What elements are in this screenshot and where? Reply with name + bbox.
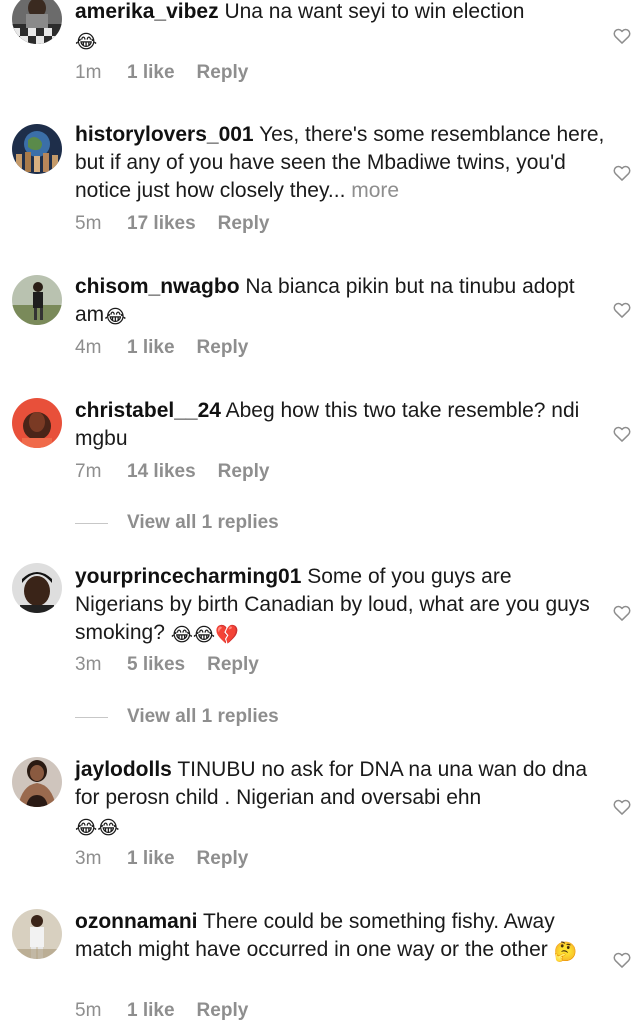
comment-text-block: ozonnamani There could be something fish… bbox=[75, 908, 605, 964]
heart-outline-icon[interactable] bbox=[612, 26, 632, 46]
reply-button[interactable]: Reply bbox=[207, 654, 259, 676]
comment-time: 7m bbox=[75, 461, 102, 482]
heart-outline-icon[interactable] bbox=[612, 424, 632, 444]
reply-button[interactable]: Reply bbox=[197, 337, 249, 359]
comment-username[interactable]: jaylodolls bbox=[75, 758, 172, 781]
heart-outline-icon[interactable] bbox=[612, 950, 632, 970]
comment-username[interactable]: yourprincecharming01 bbox=[75, 565, 301, 588]
comment-time: 3m bbox=[75, 654, 102, 675]
laughing-emoji: 😂😂 bbox=[75, 818, 120, 839]
laughing-broken-heart-emoji: 😂😂💔 bbox=[170, 625, 239, 646]
comment-body: Una na want seyi to win election bbox=[224, 0, 525, 23]
avatar[interactable] bbox=[12, 124, 62, 174]
comment-time: 5m bbox=[75, 1000, 102, 1021]
heart-outline-icon[interactable] bbox=[612, 163, 632, 183]
avatar[interactable] bbox=[12, 0, 62, 44]
comment-meta: 1m 1 like Reply bbox=[75, 62, 248, 84]
comment-text-block: historylovers_001 Yes, there's some rese… bbox=[75, 121, 605, 205]
view-replies-label[interactable]: View all 1 replies bbox=[127, 512, 279, 534]
avatar-image bbox=[12, 124, 62, 174]
comment-likes[interactable]: 5 likes bbox=[127, 654, 185, 676]
heart-outline-icon[interactable] bbox=[612, 797, 632, 817]
comment-likes[interactable]: 14 likes bbox=[127, 461, 196, 483]
laughing-emoji: 😂 bbox=[75, 32, 98, 53]
reply-button[interactable]: Reply bbox=[218, 461, 270, 483]
comment-text-block: chisom_nwagbo Na bianca pikin but na tin… bbox=[75, 273, 605, 329]
comment-username[interactable]: christabel__24 bbox=[75, 399, 221, 422]
reply-button[interactable]: Reply bbox=[197, 62, 249, 84]
comment-likes[interactable]: 1 like bbox=[127, 1000, 175, 1022]
comment-text-block: christabel__24 Abeg how this two take re… bbox=[75, 397, 605, 453]
comment-time: 3m bbox=[75, 848, 102, 869]
comment-meta: 7m 14 likes Reply bbox=[75, 461, 269, 483]
comment-text-block: amerika_vibez Una na want seyi to win el… bbox=[75, 0, 605, 54]
comment-text-block: jaylodolls TINUBU no ask for DNA na una … bbox=[75, 756, 605, 840]
comment-likes[interactable]: 1 like bbox=[127, 337, 175, 359]
reply-button[interactable]: Reply bbox=[197, 848, 249, 870]
reply-button[interactable]: Reply bbox=[218, 213, 270, 235]
comment-username[interactable]: chisom_nwagbo bbox=[75, 275, 240, 298]
avatar[interactable] bbox=[12, 563, 62, 613]
reply-thread-line bbox=[75, 523, 108, 524]
more-link[interactable]: more bbox=[351, 179, 399, 202]
laughing-emoji: 😂 bbox=[104, 307, 127, 328]
heart-outline-icon[interactable] bbox=[612, 603, 632, 623]
avatar[interactable] bbox=[12, 275, 62, 325]
comment-likes[interactable]: 17 likes bbox=[127, 213, 196, 235]
comment-time: 1m bbox=[75, 62, 102, 83]
comment-meta: 5m 1 like Reply bbox=[75, 1000, 248, 1022]
comment-meta: 4m 1 like Reply bbox=[75, 337, 248, 359]
comment-text-block: yourprincecharming01 Some of you guys ar… bbox=[75, 563, 605, 647]
comment-username[interactable]: historylovers_001 bbox=[75, 123, 254, 146]
comment-meta: 5m 17 likes Reply bbox=[75, 213, 269, 235]
reply-thread-line bbox=[75, 717, 108, 718]
thinking-emoji: 🤔 bbox=[553, 942, 578, 963]
view-replies-label[interactable]: View all 1 replies bbox=[127, 706, 279, 728]
avatar[interactable] bbox=[12, 757, 62, 807]
comment-username[interactable]: amerika_vibez bbox=[75, 0, 219, 23]
avatar-image bbox=[12, 275, 62, 325]
comment-time: 4m bbox=[75, 337, 102, 358]
comment-likes[interactable]: 1 like bbox=[127, 62, 175, 84]
heart-outline-icon[interactable] bbox=[612, 300, 632, 320]
comment-likes[interactable]: 1 like bbox=[127, 848, 175, 870]
avatar[interactable] bbox=[12, 909, 62, 959]
avatar-image bbox=[12, 909, 62, 959]
comment-meta: 3m 1 like Reply bbox=[75, 848, 248, 870]
comment-username[interactable]: ozonnamani bbox=[75, 910, 198, 933]
avatar-image bbox=[12, 757, 62, 807]
avatar-image bbox=[12, 0, 62, 44]
avatar-image bbox=[12, 563, 62, 613]
comment-time: 5m bbox=[75, 213, 102, 234]
reply-button[interactable]: Reply bbox=[197, 1000, 249, 1022]
comment-meta: 3m 5 likes Reply bbox=[75, 654, 259, 676]
avatar[interactable] bbox=[12, 398, 62, 448]
avatar-image bbox=[12, 398, 62, 448]
